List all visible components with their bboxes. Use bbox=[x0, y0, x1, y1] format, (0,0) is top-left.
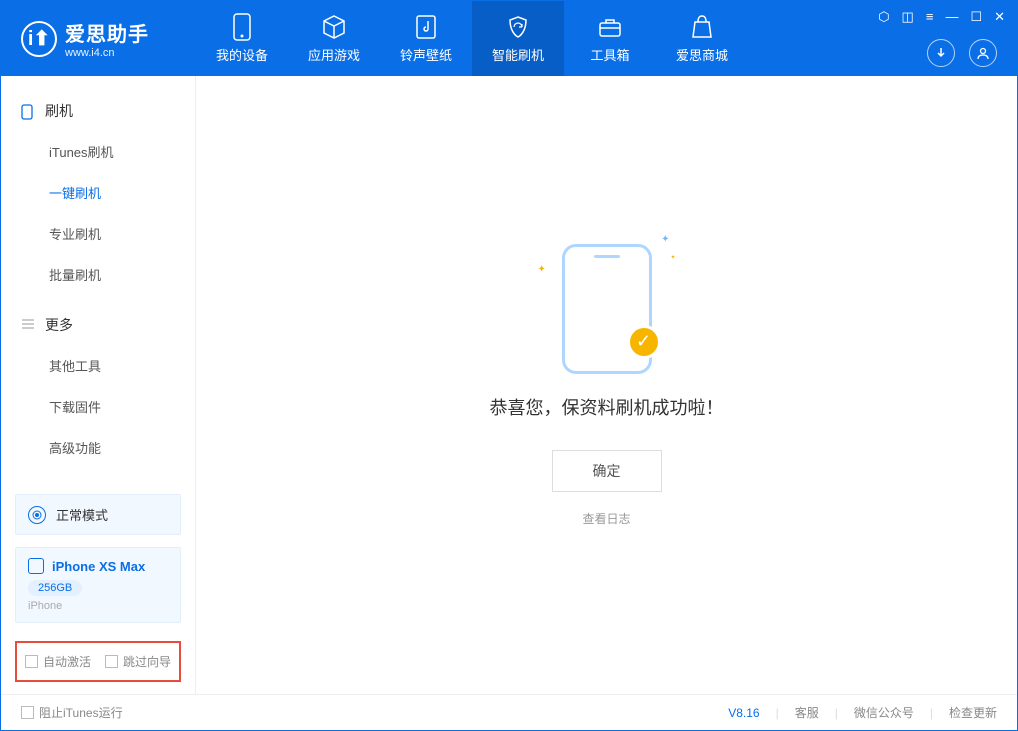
tab-toolbox[interactable]: 工具箱 bbox=[564, 1, 656, 76]
tab-label: 我的设备 bbox=[216, 45, 268, 64]
main-tabs: 我的设备 应用游戏 铃声壁纸 智能刷机 工具箱 爱思商城 bbox=[196, 1, 748, 76]
cube-small-icon[interactable]: ◫ bbox=[902, 9, 914, 25]
tab-label: 爱思商城 bbox=[676, 45, 728, 64]
main-content: ✓ ✦ ✦ ✦ 恭喜您，保资料刷机成功啦！ 确定 查看日志 bbox=[196, 76, 1017, 694]
view-log-link[interactable]: 查看日志 bbox=[582, 510, 630, 527]
success-check-icon: ✓ bbox=[627, 325, 661, 359]
footer-link-update[interactable]: 检查更新 bbox=[949, 704, 997, 721]
footer: 阻止iTunes运行 V8.16 | 客服 | 微信公众号 | 检查更新 bbox=[1, 694, 1017, 730]
phone-icon bbox=[21, 104, 35, 118]
tab-label: 铃声壁纸 bbox=[400, 45, 452, 64]
tab-label: 工具箱 bbox=[590, 45, 629, 64]
device-info-box[interactable]: iPhone XS Max 256GB iPhone bbox=[15, 547, 181, 623]
tab-store[interactable]: 爱思商城 bbox=[656, 1, 748, 76]
minimize-button[interactable]: — bbox=[945, 9, 958, 25]
app-title: 爱思助手 bbox=[65, 18, 149, 47]
footer-link-wechat[interactable]: 微信公众号 bbox=[854, 704, 914, 721]
app-subtitle: www.i4.cn bbox=[65, 47, 149, 59]
phone-illustration: ✓ bbox=[562, 244, 652, 374]
mode-icon bbox=[28, 506, 46, 524]
ok-button[interactable]: 确定 bbox=[552, 450, 662, 492]
sidebar: 刷机 iTunes刷机 一键刷机 专业刷机 批量刷机 更多 其他工具 下载固件 … bbox=[1, 76, 196, 694]
header-right-icons bbox=[927, 39, 997, 67]
sidebar-item-advanced[interactable]: 高级功能 bbox=[1, 427, 195, 468]
logo-icon: i⬆ bbox=[21, 21, 57, 57]
sidebar-item-batch-flash[interactable]: 批量刷机 bbox=[1, 254, 195, 295]
tab-label: 应用游戏 bbox=[308, 45, 360, 64]
close-button[interactable]: ✕ bbox=[994, 9, 1005, 25]
sidebar-item-other-tools[interactable]: 其他工具 bbox=[1, 345, 195, 386]
section-title: 刷机 bbox=[45, 101, 73, 121]
music-file-icon bbox=[412, 13, 440, 41]
device-mode-label: 正常模式 bbox=[56, 505, 108, 524]
device-icon bbox=[228, 13, 256, 41]
download-icon[interactable] bbox=[927, 39, 955, 67]
tab-my-device[interactable]: 我的设备 bbox=[196, 1, 288, 76]
toolbox-icon bbox=[596, 13, 624, 41]
shirt-icon[interactable]: ⬡ bbox=[878, 9, 889, 25]
sidebar-item-download-firmware[interactable]: 下载固件 bbox=[1, 386, 195, 427]
sidebar-item-oneclick-flash[interactable]: 一键刷机 bbox=[1, 172, 195, 213]
sidebar-item-itunes-flash[interactable]: iTunes刷机 bbox=[1, 131, 195, 172]
menu-icon[interactable]: ≡ bbox=[926, 9, 934, 25]
tab-smart-flash[interactable]: 智能刷机 bbox=[472, 1, 564, 76]
checkbox-auto-activate[interactable]: 自动激活 bbox=[25, 653, 91, 670]
success-message: 恭喜您，保资料刷机成功啦！ bbox=[490, 394, 724, 420]
checkbox-box-icon bbox=[21, 706, 34, 719]
sparkle-icon: ✦ bbox=[670, 254, 675, 261]
logo-area: i⬆ 爱思助手 www.i4.cn bbox=[1, 18, 196, 59]
device-type: iPhone bbox=[28, 600, 168, 612]
refresh-shield-icon bbox=[504, 13, 532, 41]
version-label: V8.16 bbox=[728, 706, 759, 720]
list-icon bbox=[21, 318, 35, 332]
window-controls: ⬡ ◫ ≡ — ☐ ✕ bbox=[878, 9, 1005, 25]
device-capacity: 256GB bbox=[28, 580, 82, 596]
checkbox-label: 跳过向导 bbox=[123, 653, 171, 670]
checkbox-label: 阻止iTunes运行 bbox=[39, 704, 123, 721]
sidebar-item-pro-flash[interactable]: 专业刷机 bbox=[1, 213, 195, 254]
cube-icon bbox=[320, 13, 348, 41]
checkbox-label: 自动激活 bbox=[43, 653, 91, 670]
app-header: i⬆ 爱思助手 www.i4.cn 我的设备 应用游戏 铃声壁纸 智能刷机 工具… bbox=[1, 1, 1017, 76]
checkbox-box-icon bbox=[105, 655, 118, 668]
user-icon[interactable] bbox=[969, 39, 997, 67]
checkbox-skip-guide[interactable]: 跳过向导 bbox=[105, 653, 171, 670]
tab-apps-games[interactable]: 应用游戏 bbox=[288, 1, 380, 76]
maximize-button[interactable]: ☐ bbox=[970, 9, 982, 25]
sidebar-section-flash[interactable]: 刷机 bbox=[1, 91, 195, 131]
tab-label: 智能刷机 bbox=[492, 45, 544, 64]
checkbox-block-itunes[interactable]: 阻止iTunes运行 bbox=[21, 704, 123, 721]
checkbox-box-icon bbox=[25, 655, 38, 668]
sidebar-section-more[interactable]: 更多 bbox=[1, 305, 195, 345]
sparkle-icon: ✦ bbox=[661, 234, 669, 245]
bag-icon bbox=[688, 13, 716, 41]
footer-link-support[interactable]: 客服 bbox=[795, 704, 819, 721]
tab-ringtones-wallpapers[interactable]: 铃声壁纸 bbox=[380, 1, 472, 76]
device-mode-box[interactable]: 正常模式 bbox=[15, 494, 181, 535]
device-phone-icon bbox=[28, 558, 44, 574]
device-name: iPhone XS Max bbox=[52, 559, 145, 574]
highlighted-checkbox-row: 自动激活 跳过向导 bbox=[15, 641, 181, 682]
section-title: 更多 bbox=[45, 315, 73, 335]
sparkle-icon: ✦ bbox=[538, 264, 546, 275]
